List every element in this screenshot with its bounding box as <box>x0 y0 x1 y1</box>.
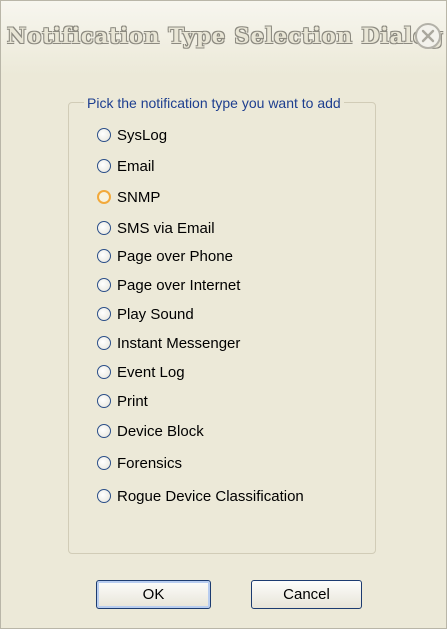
option-label: SMS via Email <box>117 219 215 237</box>
option-sms-via-email[interactable]: SMS via Email <box>97 216 215 240</box>
option-page-over-internet[interactable]: Page over Internet <box>97 273 240 297</box>
close-icon <box>421 29 435 43</box>
option-label: Play Sound <box>117 305 194 323</box>
option-print[interactable]: Print <box>97 389 148 413</box>
radio-icon[interactable] <box>97 336 111 350</box>
radio-icon[interactable] <box>97 249 111 263</box>
radio-icon[interactable] <box>97 159 111 173</box>
group-legend: Pick the notification type you want to a… <box>84 95 344 111</box>
option-label: Email <box>117 157 155 175</box>
radio-icon[interactable] <box>97 190 111 204</box>
ok-button-label: OK <box>142 586 165 603</box>
radio-icon[interactable] <box>97 424 111 438</box>
title-bar[interactable]: Notification Type Selection Dialog <box>1 1 446 75</box>
option-label: Page over Internet <box>117 276 241 294</box>
cancel-button-label: Cancel <box>283 586 330 603</box>
close-button[interactable] <box>415 23 441 49</box>
option-email[interactable]: Email <box>97 154 155 178</box>
cancel-button[interactable]: Cancel <box>251 580 362 609</box>
radio-icon[interactable] <box>97 456 111 470</box>
option-rogue-device-classification[interactable]: Rogue Device Classification <box>97 484 304 508</box>
option-syslog[interactable]: SysLog <box>97 123 167 147</box>
option-forensics[interactable]: Forensics <box>97 451 182 475</box>
ok-button[interactable]: OK <box>96 580 211 609</box>
option-event-log[interactable]: Event Log <box>97 360 185 384</box>
option-label: Print <box>117 392 148 410</box>
option-label: SNMP <box>117 188 161 206</box>
option-label: SysLog <box>117 126 168 144</box>
radio-icon[interactable] <box>97 489 111 503</box>
radio-icon[interactable] <box>97 307 111 321</box>
radio-icon[interactable] <box>97 278 111 292</box>
radio-icon[interactable] <box>97 394 111 408</box>
option-label: Instant Messenger <box>117 334 241 352</box>
option-label: Device Block <box>117 422 204 440</box>
option-label: Rogue Device Classification <box>117 487 304 505</box>
option-play-sound[interactable]: Play Sound <box>97 302 194 326</box>
window-title: Notification Type Selection Dialog <box>7 23 444 48</box>
option-snmp[interactable]: SNMP <box>97 185 160 209</box>
option-device-block[interactable]: Device Block <box>97 419 204 443</box>
option-label: Event Log <box>117 363 185 381</box>
radio-icon[interactable] <box>97 365 111 379</box>
option-label: Forensics <box>117 454 183 472</box>
option-label: Page over Phone <box>117 247 233 265</box>
radio-icon[interactable] <box>97 128 111 142</box>
notification-type-dialog: Notification Type Selection Dialog Pick … <box>0 0 447 629</box>
radio-icon[interactable] <box>97 221 111 235</box>
option-page-over-phone[interactable]: Page over Phone <box>97 244 233 268</box>
option-instant-messenger[interactable]: Instant Messenger <box>97 331 240 355</box>
